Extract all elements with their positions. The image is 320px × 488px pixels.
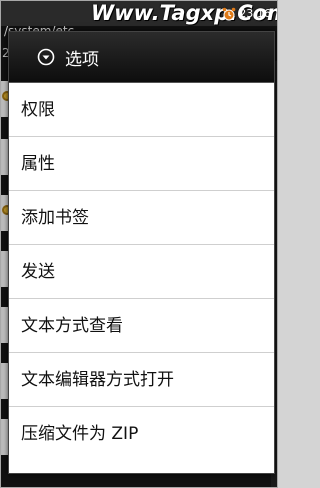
- menu-item-add-bookmark[interactable]: 添加书签: [9, 191, 274, 245]
- menu-item-properties[interactable]: 属性: [9, 137, 274, 191]
- menu-item-send[interactable]: 发送: [9, 245, 274, 299]
- menu-item-compress-zip[interactable]: 压缩文件为 ZIP: [9, 407, 274, 461]
- dialog-header: 选项: [9, 32, 274, 83]
- menu-item-view-as-text[interactable]: 文本方式查看: [9, 299, 274, 353]
- chevron-down-circle-icon: [37, 48, 55, 66]
- menu-item-permissions[interactable]: 权限: [9, 83, 274, 137]
- menu-item-open-in-text-editor[interactable]: 文本编辑器方式打开: [9, 353, 274, 407]
- status-clock: 23:16: [239, 7, 271, 20]
- status-icons: 23:16: [222, 6, 271, 22]
- options-dialog: 选项 权限 属性 添加书签 发送 文本方式查看 文本编辑器方式打开 压缩文件为 …: [8, 31, 275, 474]
- alarm-clock-icon: [222, 7, 236, 21]
- options-menu: 权限 属性 添加书签 发送 文本方式查看 文本编辑器方式打开 压缩文件为 ZIP: [9, 83, 274, 461]
- dialog-title: 选项: [65, 49, 99, 70]
- device-screen: Www.Tagxp.Com 23:16 /system/etc 26: [0, 0, 278, 488]
